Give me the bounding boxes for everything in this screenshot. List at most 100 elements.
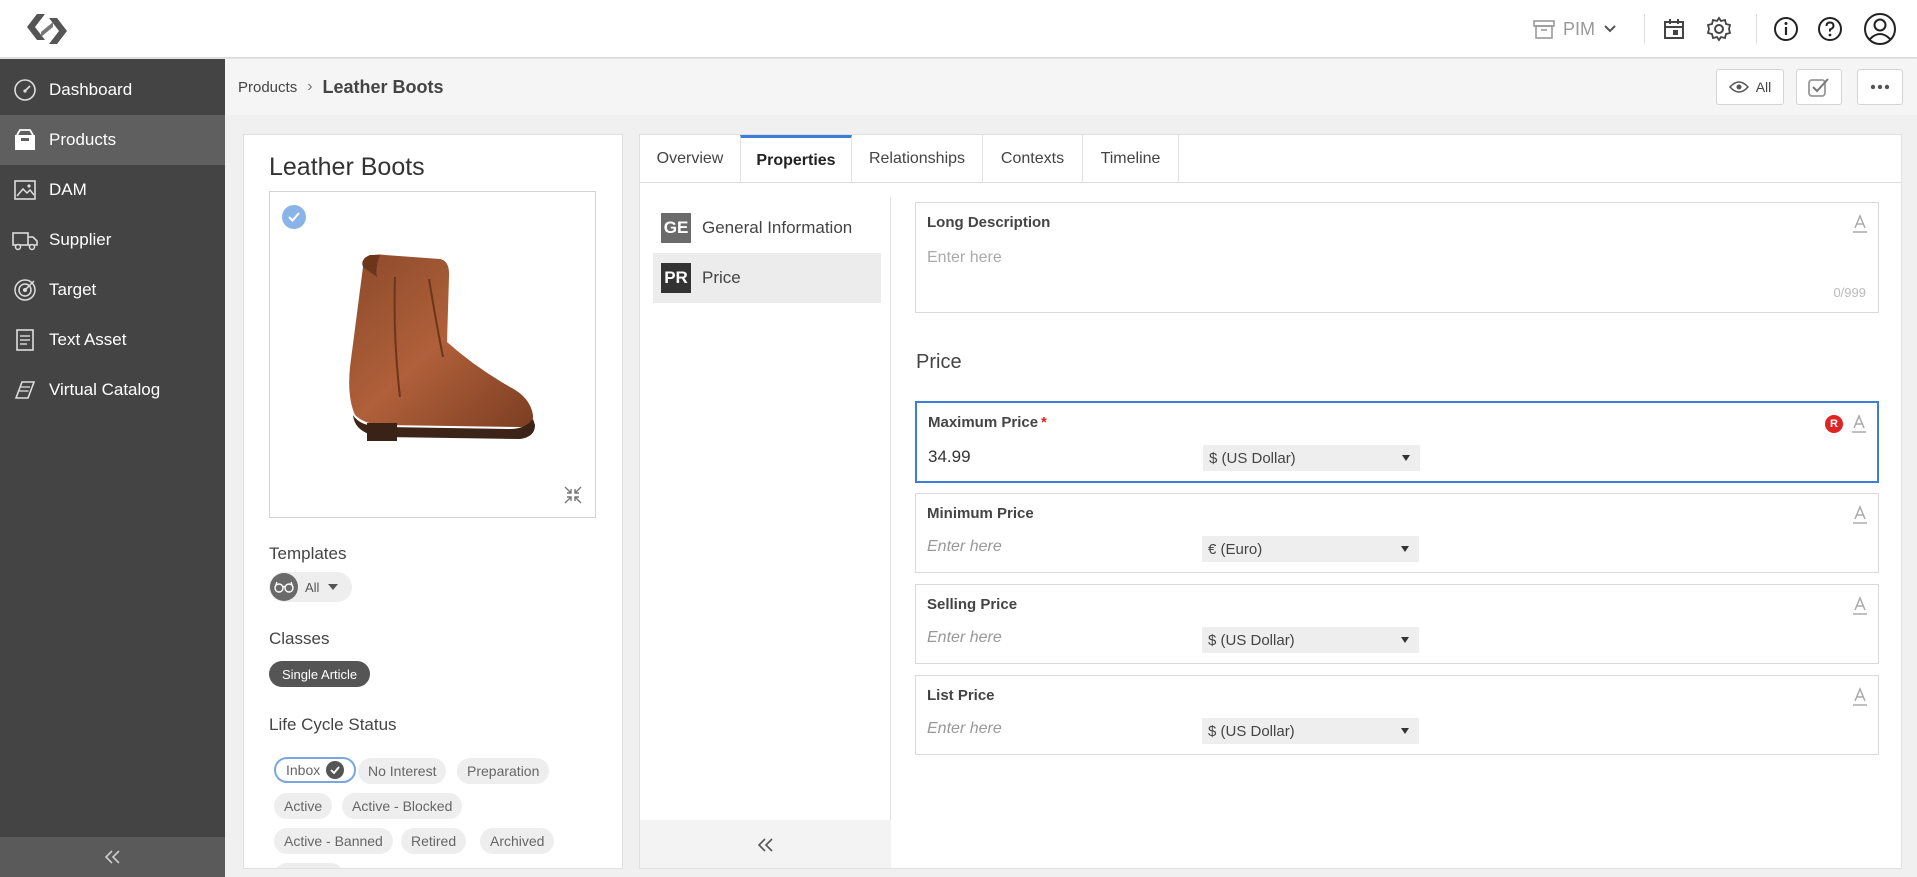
glasses-icon [270,573,298,601]
maximum-price-input[interactable]: 34.99 [928,447,971,467]
gauge-icon [12,77,38,103]
lifecycle-chip-active-banned[interactable]: Active - Banned [274,828,393,854]
maximum-price-currency-select[interactable]: $ (US Dollar) [1203,445,1420,471]
sidebar-item-products[interactable]: Products [0,115,225,165]
text-format-icon[interactable] [1852,505,1868,525]
lifecycle-chip-retired[interactable]: Retired [401,828,467,854]
selling-price-currency-select[interactable]: $ (US Dollar) [1202,627,1419,653]
sidebar-item-virtual-catalog[interactable]: Virtual Catalog [0,365,225,415]
breadcrumb-root-link[interactable]: Products [238,79,297,96]
target-icon [12,277,38,303]
text-format-icon[interactable] [1851,414,1867,434]
minimum-price-input[interactable]: Enter here [927,538,1002,556]
caret-down-icon [1401,637,1409,643]
lifecycle-chip-active-blocked[interactable]: Active - Blocked [342,793,463,819]
group-list-collapse-button[interactable] [640,820,891,868]
selling-price-field: Selling Price Enter here $ (US Dollar) [915,584,1879,664]
sidebar-item-label: Text Asset [49,330,127,349]
required-marker: * [1041,414,1047,431]
maximum-price-field: Maximum Price * R 34.99 $ (US Dollar) [915,401,1879,483]
price-section-title: Price [916,351,962,373]
list-price-currency-select[interactable]: $ (US Dollar) [1202,718,1419,744]
ellipsis-icon [1870,84,1890,90]
sidebar-item-label: Supplier [49,230,112,249]
sidebar-item-dashboard[interactable]: Dashboard [0,65,225,115]
calendar-icon[interactable] [1659,14,1689,44]
group-badge: GE [661,213,691,243]
help-icon[interactable] [1815,14,1845,44]
tab-overview[interactable]: Overview [640,135,741,183]
box-icon [12,127,38,153]
long-description-field: Long Description Enter here 0/999 [915,202,1879,313]
lifecycle-chip-active[interactable]: Active [274,793,333,819]
minimum-price-currency-select[interactable]: € (Euro) [1202,536,1419,562]
user-avatar-icon[interactable] [1863,12,1897,46]
more-options-button[interactable] [1857,69,1903,105]
lifecycle-chip-inbox[interactable]: Inbox [274,757,357,783]
info-icon[interactable] [1771,14,1801,44]
currency-value: $ (US Dollar) [1208,631,1295,649]
app-logo-icon[interactable] [23,10,71,48]
tab-contexts[interactable]: Contexts [983,135,1083,183]
product-image[interactable] [325,247,545,457]
sidebar-item-label: Products [49,130,117,149]
list-price-field: List Price Enter here $ (US Dollar) [915,675,1879,755]
module-selector[interactable]: PIM [1533,14,1617,44]
text-format-icon[interactable] [1852,687,1868,707]
tab-properties[interactable]: Properties [740,135,852,183]
gear-icon[interactable] [1704,14,1734,44]
chevron-down-icon [1603,24,1617,34]
sidebar-item-label: DAM [49,180,87,199]
view-filter-button[interactable]: All [1716,69,1784,105]
caret-down-icon [1402,455,1410,461]
page-header: Products › Leather Boots All [225,59,1917,115]
tab-timeline[interactable]: Timeline [1083,135,1179,183]
rule-badge-icon[interactable]: R [1825,415,1843,433]
image-selected-check-icon[interactable] [282,205,306,229]
field-label: Maximum Price * [928,414,1047,431]
templates-selector[interactable]: All [269,572,352,602]
lifecycle-chip-preparation[interactable]: Preparation [457,758,550,784]
list-price-input[interactable]: Enter here [927,720,1002,738]
group-label: General Information [702,218,853,237]
sidebar-item-text-asset[interactable]: Text Asset [0,315,225,365]
long-description-input[interactable]: Enter here [927,249,1002,267]
lifecycle-chip-no-interest[interactable]: No Interest [358,758,447,784]
tab-bar: Overview Properties Relationships Contex… [640,135,1901,183]
product-summary-card: Leather Boots Templates All Classes Sing… [243,134,623,869]
sidebar-collapse-button[interactable] [0,837,225,877]
sidebar: Dashboard Products DAM Supplier Target T… [0,59,225,877]
group-label: Price [702,268,741,287]
sidebar-item-label: Dashboard [49,80,133,99]
sidebar-item-dam[interactable]: DAM [0,165,225,215]
lifecycle-chip-archived[interactable]: Archived [480,828,555,854]
tab-relationships[interactable]: Relationships [852,135,983,183]
check-square-icon [1807,76,1831,98]
text-format-icon[interactable] [1852,596,1868,616]
caret-down-icon [1401,728,1409,734]
lifecycle-chip-overflow[interactable] [274,863,344,868]
class-chip[interactable]: Single Article [269,661,371,687]
field-label: Selling Price [927,596,1018,613]
collapse-image-icon[interactable] [563,485,583,505]
field-label: List Price [927,687,995,704]
breadcrumb-separator: › [307,78,313,95]
validate-button[interactable] [1796,69,1842,105]
field-label-text: Maximum Price [928,414,1039,431]
sidebar-item-target[interactable]: Target [0,265,225,315]
templates-label: Templates [269,544,347,563]
caret-down-icon [1401,546,1409,552]
sidebar-item-label: Virtual Catalog [49,380,161,399]
group-item-price[interactable]: PR Price [653,253,881,303]
lifecycle-label: Life Cycle Status [269,715,397,734]
sidebar-item-supplier[interactable]: Supplier [0,215,225,265]
text-format-icon[interactable] [1852,214,1868,234]
group-item-general-information[interactable]: GE General Information [653,203,881,253]
product-title: Leather Boots [269,153,425,181]
properties-panel: Overview Properties Relationships Contex… [639,134,1902,869]
module-label: PIM [1563,18,1596,39]
divider [1756,14,1757,44]
group-badge: PR [661,263,691,293]
selling-price-input[interactable]: Enter here [927,629,1002,647]
property-group-list: GE General Information PR Price [640,197,891,868]
